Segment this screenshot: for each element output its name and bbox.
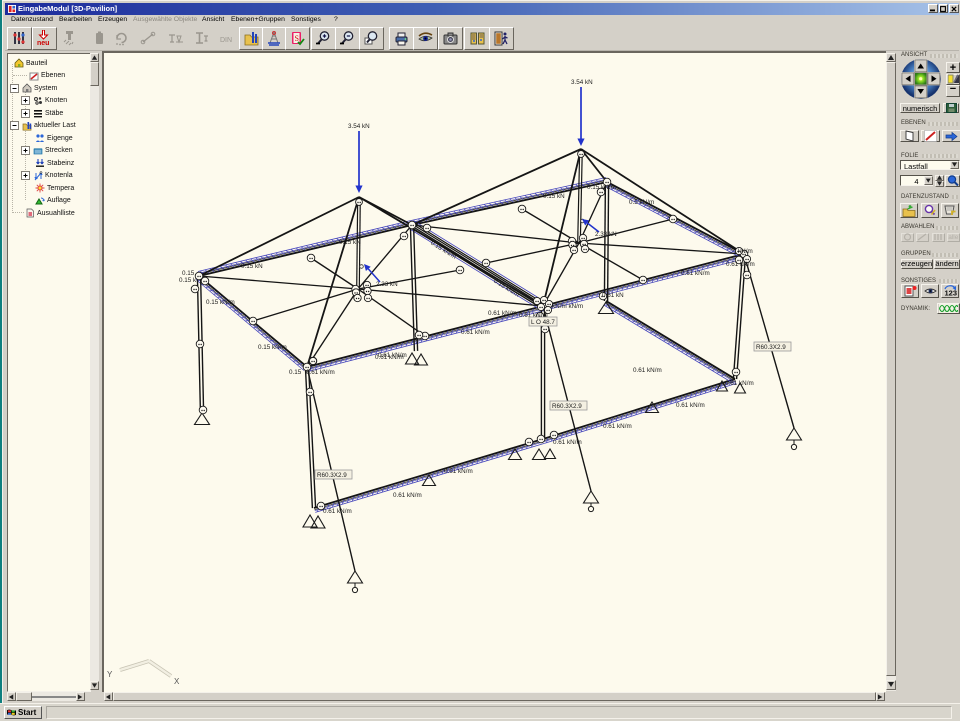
- svg-text:0.61 kN/m: 0.61 kN/m: [378, 352, 407, 359]
- svg-text:0.15: 0.15: [289, 369, 302, 376]
- svg-text:0.61 kN/m: 0.61 kN/m: [488, 310, 517, 317]
- svg-text:2.33 kN: 2.33 kN: [595, 231, 617, 238]
- svg-text:0.15 k: 0.15 k: [179, 277, 197, 284]
- svg-text:0.61 kN: 0.61 kN: [602, 292, 624, 299]
- svg-text:Y: Y: [107, 670, 113, 679]
- svg-text:0.61 kN/m: 0.61 kN/m: [323, 508, 352, 515]
- svg-text:0.61 kN/m: 0.61 kN/m: [725, 380, 754, 387]
- svg-text:0.61 kN/m: 0.61 kN/m: [681, 270, 710, 277]
- svg-text:S: S: [295, 34, 299, 43]
- svg-text:0.61 kN/m: 0.61 kN/m: [393, 492, 422, 499]
- svg-text:kN/m: kN/m: [738, 248, 753, 255]
- svg-text:R60.3X2.9: R60.3X2.9: [317, 472, 347, 479]
- svg-text:0.15: 0.15: [182, 270, 195, 277]
- svg-text:neu: neu: [37, 40, 49, 47]
- svg-text:0.15 kN/m: 0.15 kN/m: [258, 344, 287, 351]
- svg-text:0.15 kN/m: 0.15 kN/m: [206, 299, 235, 306]
- svg-text:0.61 kN/m: 0.61 kN/m: [676, 402, 705, 409]
- svg-text:123: 123: [945, 289, 958, 298]
- svg-text:0.61 kN/m: 0.61 kN/m: [461, 329, 490, 336]
- svg-text:0.15 kN: 0.15 kN: [543, 193, 565, 200]
- svg-text:L O 48.7: L O 48.7: [531, 319, 555, 326]
- svg-text:2.33 kN: 2.33 kN: [376, 281, 398, 288]
- svg-text:0.5 kN/m: 0.5 kN/m: [629, 199, 654, 206]
- svg-text:kN/m kN/m: kN/m kN/m: [552, 303, 583, 310]
- svg-text:DIN: DIN: [220, 37, 232, 44]
- svg-text:0.15 kN: 0.15 kN: [241, 263, 263, 270]
- svg-text:0.15 kN/m: 0.15 kN/m: [587, 184, 616, 191]
- svg-text:0.61 kN/m: 0.61 kN/m: [603, 423, 632, 430]
- svg-text:0.61 kN/m: 0.61 kN/m: [444, 468, 473, 475]
- svg-text:0.61 kN/m: 0.61 kN/m: [306, 369, 335, 376]
- svg-text:3.54 kN: 3.54 kN: [571, 79, 593, 86]
- svg-text:R60.3X2.9: R60.3X2.9: [552, 403, 582, 410]
- svg-text:0.61 kN/m: 0.61 kN/m: [633, 367, 662, 374]
- svg-text:3.54 kN: 3.54 kN: [348, 123, 370, 130]
- svg-text:0.61 kN/m: 0.61 kN/m: [553, 439, 582, 446]
- svg-text:X: X: [174, 677, 180, 686]
- svg-text:0.61 kN/m: 0.61 kN/m: [726, 261, 755, 268]
- svg-text:R60.3X2.9: R60.3X2.9: [756, 344, 786, 351]
- svg-text:0.15 kN: 0.15 kN: [339, 239, 361, 246]
